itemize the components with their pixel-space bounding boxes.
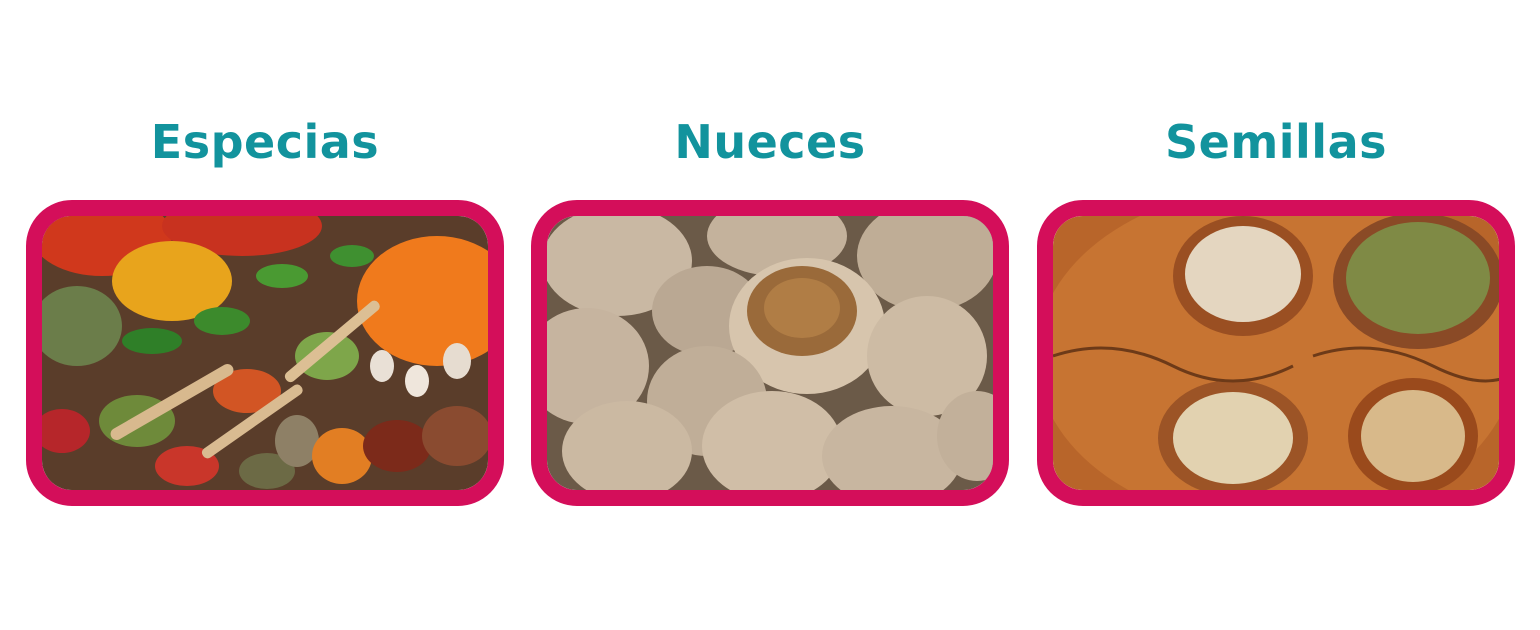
- card-title: Semillas: [1165, 115, 1387, 169]
- card-semillas: Semillas: [1037, 0, 1515, 630]
- seeds-photo: [1053, 216, 1499, 490]
- image-frame: [26, 200, 504, 506]
- image-frame: [1037, 200, 1515, 506]
- card-nueces: Nueces: [531, 0, 1009, 630]
- image-frame: [531, 200, 1009, 506]
- card-title: Nueces: [674, 115, 866, 169]
- walnuts-photo: [547, 216, 993, 490]
- card-title: Especias: [150, 115, 380, 169]
- spices-photo: [42, 216, 488, 490]
- card-especias: Especias: [26, 0, 504, 630]
